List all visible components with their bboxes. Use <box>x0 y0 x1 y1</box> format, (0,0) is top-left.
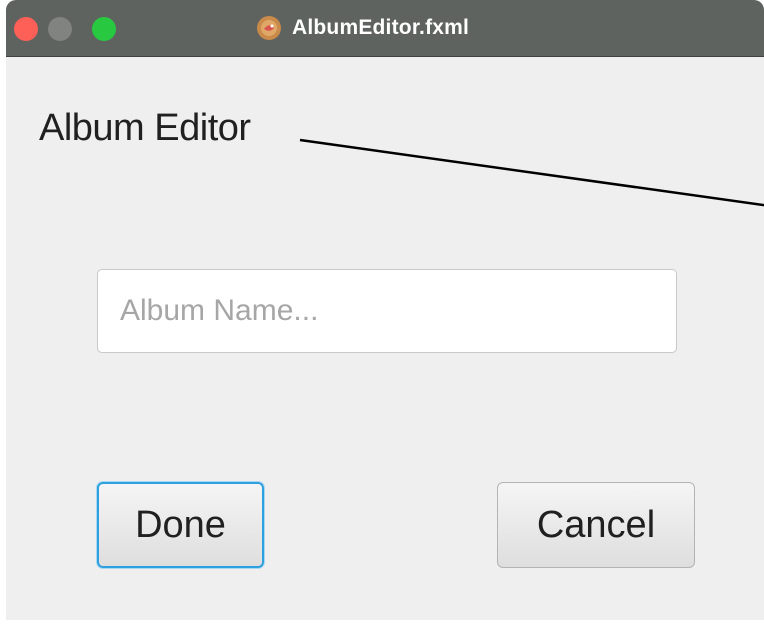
zoom-window-button[interactable] <box>92 17 116 41</box>
window-title: AlbumEditor.fxml <box>292 16 470 39</box>
cancel-button[interactable]: Cancel <box>497 482 695 568</box>
title-bar[interactable]: AlbumEditor.fxml <box>6 0 764 57</box>
editor-panel: Album Editor Done Cancel <box>6 57 764 620</box>
app-icon <box>257 16 281 40</box>
page-title: Album Editor <box>39 107 251 149</box>
album-name-input[interactable] <box>97 269 677 353</box>
done-button[interactable]: Done <box>97 482 264 568</box>
close-window-button[interactable] <box>14 17 38 41</box>
window-title-group: AlbumEditor.fxml <box>256 0 469 56</box>
app-window: AlbumEditor.fxml Album Editor Done Cance… <box>6 0 764 620</box>
annotation-arrow-line <box>299 138 764 207</box>
minimize-window-button[interactable] <box>48 17 72 41</box>
